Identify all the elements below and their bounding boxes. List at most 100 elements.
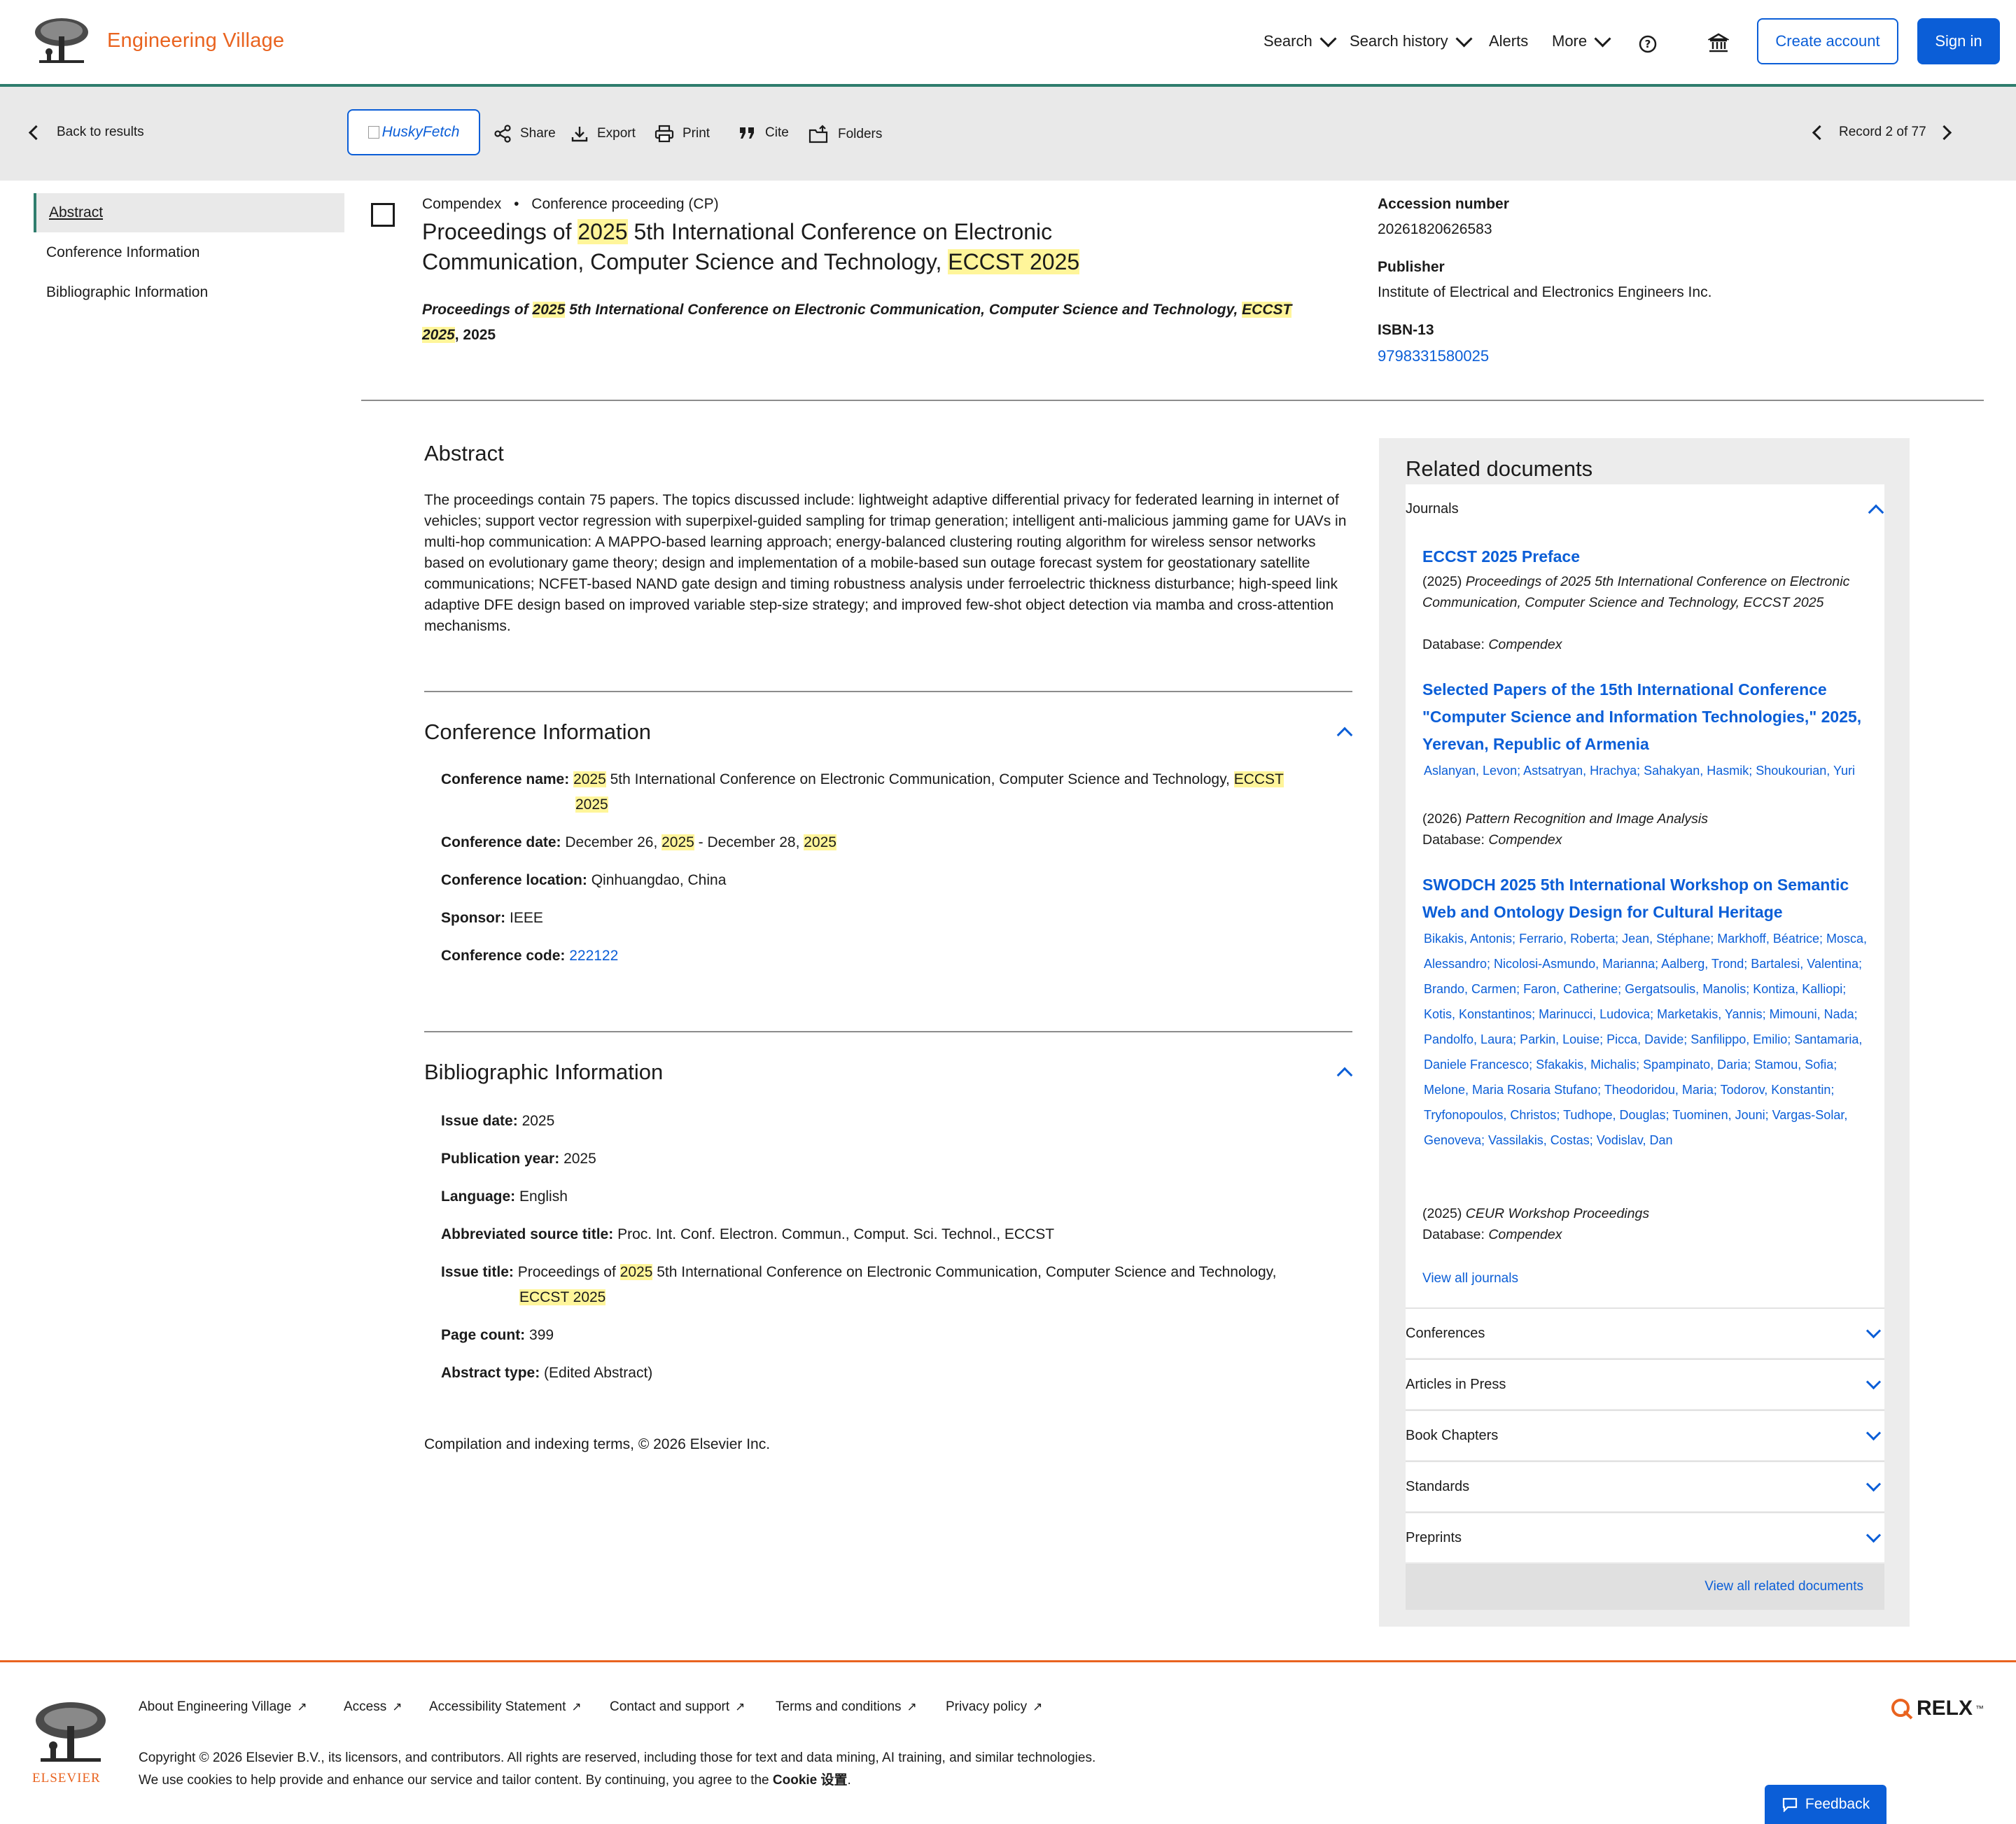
highlight-term: ECCST (948, 249, 1024, 274)
folders-button[interactable]: Folders (808, 125, 882, 144)
feedback-button[interactable]: Feedback (1765, 1785, 1886, 1824)
record-source: Proceedings of 2025 5th International Co… (422, 297, 1304, 348)
left-nav-conference-information[interactable]: Conference Information (34, 233, 344, 272)
share-button[interactable]: Share (493, 125, 556, 143)
footer-link-about[interactable]: About Engineering Village ↗ (139, 1699, 307, 1715)
field-value: 5th International Conference on Electron… (652, 1264, 1277, 1280)
nav-alerts[interactable]: Alerts (1489, 32, 1528, 50)
select-record-checkbox[interactable] (371, 203, 395, 227)
elsevier-tree-logo[interactable] (32, 15, 91, 67)
print-button[interactable]: Print (654, 125, 710, 143)
field-label: Conference date: (441, 834, 561, 850)
isbn-link[interactable]: 9798331580025 (1378, 347, 1489, 365)
huskyfetch-label: HuskyFetch (382, 124, 460, 140)
brand-name[interactable]: Engineering Village (107, 29, 284, 52)
field-label: Conference location: (441, 872, 587, 888)
chevron-down-icon (1865, 1374, 1882, 1390)
compilation-notice: Compilation and indexing terms, © 2026 E… (424, 1436, 771, 1452)
database-value: Compendex (1488, 832, 1562, 848)
next-record-icon[interactable] (1936, 125, 1952, 140)
related-item-authors[interactable]: Bikakis, Antonis; Ferrario, Roberta; Jea… (1424, 926, 1879, 1153)
chevron-down-icon (1865, 1527, 1882, 1543)
accordion-standards[interactable]: Standards (1406, 1461, 1884, 1511)
record-toolbar (0, 87, 2016, 181)
related-item-database: Database: Compendex (1422, 1224, 1877, 1245)
related-item-source: (2025) CEUR Workshop Proceedings (1422, 1203, 1877, 1224)
field-label: Conference code: (441, 948, 566, 964)
previous-record-icon[interactable] (1812, 125, 1828, 140)
footer-link-terms[interactable]: Terms and conditions ↗ (776, 1699, 917, 1715)
broken-image-icon (368, 126, 379, 139)
create-account-button[interactable]: Create account (1757, 18, 1898, 64)
abstract-heading: Abstract (424, 441, 504, 465)
related-item-year: (2025) (1422, 1206, 1466, 1221)
conference-name-field: Conference name: 2025 5th International … (441, 767, 1348, 818)
conference-code-field: Conference code: 222122 (441, 943, 1348, 969)
footer-link-privacy[interactable]: Privacy policy ↗ (946, 1699, 1042, 1715)
footer-link-access[interactable]: Access ↗ (344, 1699, 402, 1715)
accordion-conferences[interactable]: Conferences (1406, 1307, 1884, 1358)
cookie-notice: We use cookies to help provide and enhan… (139, 1769, 1469, 1792)
database-value: Compendex (1488, 1227, 1562, 1242)
view-all-journals-link[interactable]: View all journals (1422, 1268, 1877, 1289)
accordion-preprints[interactable]: Preprints (1406, 1512, 1884, 1562)
accordion-label: Preprints (1406, 1529, 1462, 1545)
related-item-authors[interactable]: Aslanyan, Levon; Astsatryan, Hrachya; Sa… (1424, 758, 1879, 783)
back-to-results-label: Back to results (57, 125, 144, 139)
highlight-term: 2025 (662, 834, 694, 850)
relx-logo[interactable]: RELX ™ (1890, 1697, 1984, 1720)
related-item-title[interactable]: ECCST 2025 Preface (1422, 543, 1877, 570)
footer-link-contact[interactable]: Contact and support ↗ (610, 1699, 745, 1715)
section-divider (424, 1031, 1352, 1032)
highlight-term: ECCST (519, 1289, 569, 1305)
cookie-text: We use cookies to help provide and enhan… (139, 1773, 773, 1788)
related-item-title[interactable]: SWODCH 2025 5th International Workshop o… (1422, 871, 1877, 926)
institution-icon[interactable] (1708, 32, 1729, 53)
nav-more-label: More (1552, 32, 1588, 50)
related-documents-heading: Related documents (1406, 456, 1593, 481)
accordion-book-chapters[interactable]: Book Chapters (1406, 1410, 1884, 1460)
field-value: 2025 (522, 1113, 555, 1129)
sign-in-button[interactable]: Sign in (1917, 18, 2000, 64)
accordion-articles-in-press[interactable]: Articles in Press (1406, 1359, 1884, 1409)
footer-divider (0, 1660, 2016, 1662)
cookie-text-end: . (847, 1773, 851, 1788)
share-icon (494, 125, 511, 143)
related-item-source-title: CEUR Workshop Proceedings (1465, 1206, 1650, 1221)
nav-search-label: Search (1264, 32, 1312, 50)
journals-toggle[interactable]: Journals (1406, 501, 1459, 517)
left-nav-abstract[interactable]: Abstract (34, 193, 344, 232)
field-value: English (519, 1188, 568, 1205)
view-all-related-documents-link[interactable]: View all related documents (1406, 1564, 1884, 1610)
cite-button[interactable]: Cite (738, 125, 789, 141)
title-text: Proceedings of (422, 219, 578, 244)
highlight-term: 2025 (532, 302, 566, 318)
footer-link-label: Accessibility Statement (429, 1699, 566, 1714)
cookie-settings-link[interactable]: Cookie 设置 (773, 1773, 848, 1788)
database-label: Compendex (422, 196, 502, 212)
related-item-source: (2025) Proceedings of 2025 5th Internati… (1422, 571, 1877, 613)
relx-mark-icon (1891, 1699, 1913, 1720)
export-button[interactable]: Export (570, 125, 636, 143)
site-header: Engineering Village Search Search histor… (0, 0, 2016, 87)
nav-search-history[interactable]: Search history (1350, 29, 1473, 50)
help-icon[interactable]: ? (1639, 35, 1657, 53)
highlight-term: 2025 (573, 1289, 606, 1305)
conference-code-link[interactable]: 222122 (569, 948, 618, 964)
back-to-results-link[interactable]: Back to results (28, 125, 144, 140)
bibliographic-heading: Bibliographic Information (424, 1060, 664, 1084)
accordion-label: Book Chapters (1406, 1427, 1499, 1443)
related-item-title[interactable]: Selected Papers of the 15th Internationa… (1422, 676, 1877, 758)
nav-search[interactable]: Search (1264, 29, 1337, 50)
footer-link-accessibility[interactable]: Accessibility Statement ↗ (429, 1699, 582, 1715)
database-value: Compendex (1488, 637, 1562, 652)
collapse-conference-icon[interactable] (1336, 727, 1353, 743)
collapse-bibliographic-icon[interactable] (1336, 1067, 1353, 1083)
elsevier-tree-logo[interactable] (32, 1699, 109, 1765)
source-text: Proceedings of (422, 302, 533, 318)
huskyfetch-button[interactable]: HuskyFetch (347, 109, 480, 155)
page-count-field: Page count: 399 (441, 1323, 1348, 1348)
nav-more[interactable]: More (1552, 29, 1611, 50)
highlight-term: 2025 (1029, 249, 1080, 274)
left-nav-bibliographic-information[interactable]: Bibliographic Information (34, 273, 344, 312)
